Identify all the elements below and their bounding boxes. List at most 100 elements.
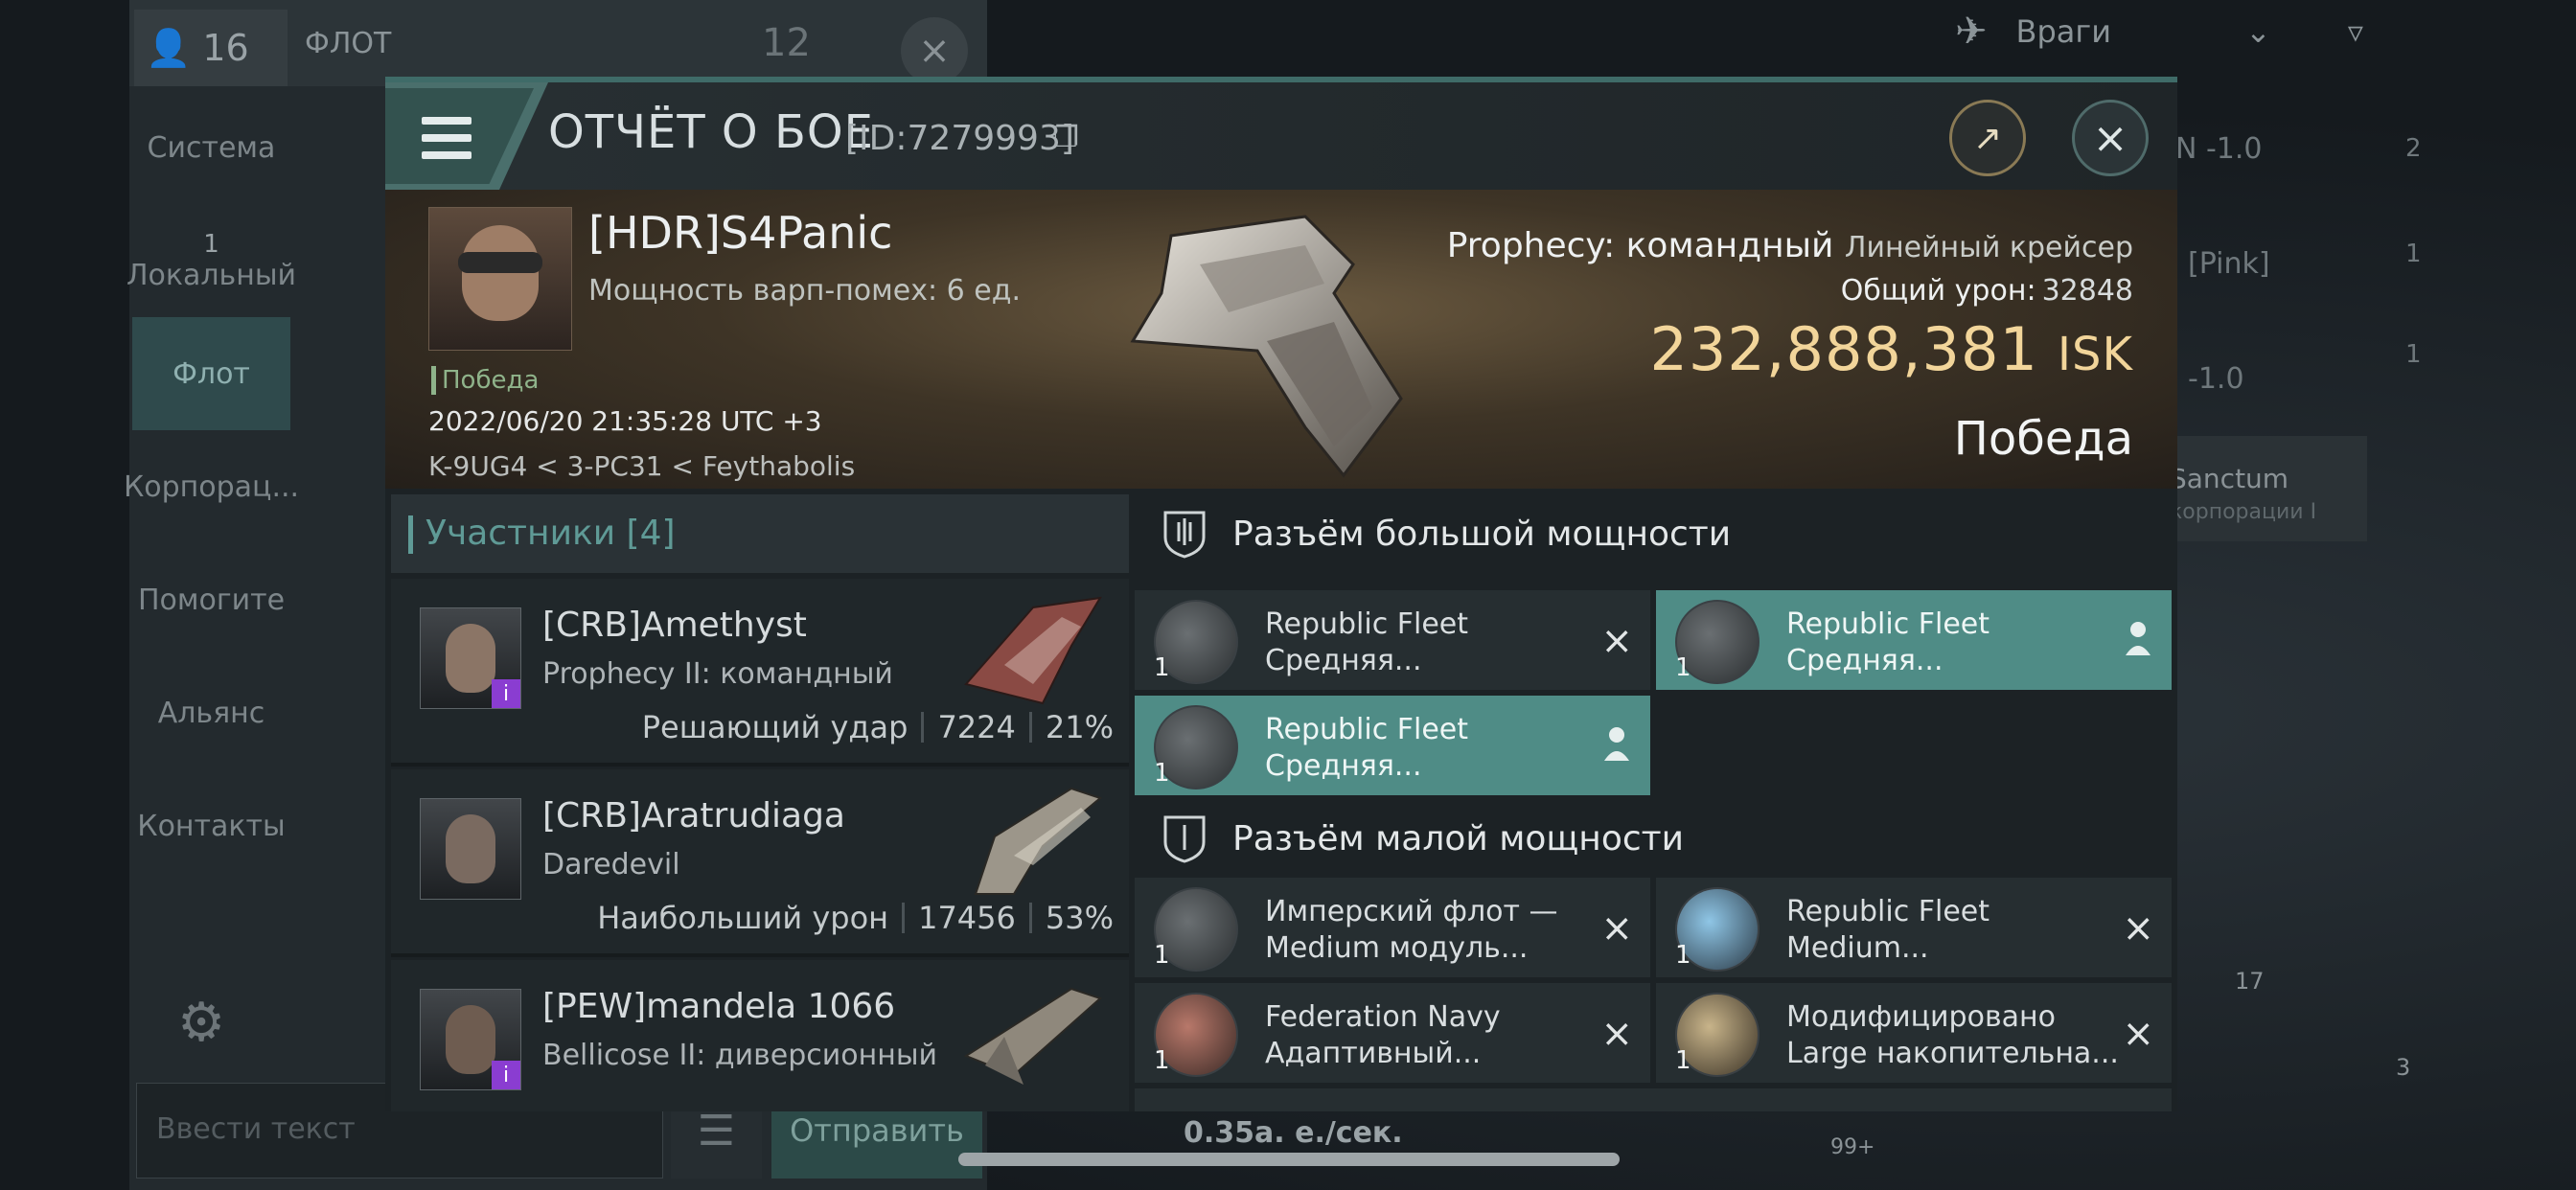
module-qty: 1: [1675, 1046, 1691, 1075]
module-name-line1: Republic Fleet: [1265, 713, 1469, 746]
nav-contacts[interactable]: Контакты: [132, 769, 290, 882]
module-name-line1: Republic Fleet: [1786, 895, 1990, 928]
total-damage-label: Общий урон:: [1840, 274, 2036, 308]
nav-local-label: Локальный: [126, 258, 297, 292]
close-button[interactable]: ×: [2072, 100, 2149, 176]
overview-count-2: 2: [2405, 134, 2422, 163]
high-slot-header: Разъём большой мощности: [1135, 494, 2172, 573]
participant-row[interactable]: i [PEW]mandela 1066 Bellicose II: диверс…: [391, 960, 1129, 1111]
participants-label: Участники [4]: [426, 514, 676, 553]
isk-currency: ISK: [2057, 328, 2133, 381]
participant-ship-image: [963, 987, 1102, 1085]
module-qty: 1: [1675, 653, 1691, 682]
high-slot-label: Разъём большой мощности: [1232, 514, 1732, 554]
chat-close-icon[interactable]: ×: [901, 17, 968, 84]
module-slot[interactable]: 1 Имперский флот — Medium модуль... ×: [1135, 878, 1650, 977]
module-name-line2: Medium...: [1786, 931, 1929, 965]
participant-ship: Bellicose II: диверсионный: [542, 1039, 938, 1072]
participant-name: [PEW]mandela 1066: [542, 987, 896, 1026]
overview-count-1b: 1: [2405, 340, 2422, 369]
battle-report-modal: ОТЧЁТ О БОЕ [ID:7279993] ❐ ↗ × [HDR]S4Pa…: [385, 77, 2177, 1111]
victim-ship-class: Линейный крейсер: [1844, 231, 2133, 264]
share-button[interactable]: ↗: [1949, 100, 2026, 176]
participant-name: [CRB]Amethyst: [542, 606, 807, 645]
total-damage: Общий урон: 32848: [1841, 274, 2133, 308]
high-slot-icon: [1163, 511, 1206, 559]
module-slot[interactable]: 1 Republic Fleet Medium... ×: [1656, 878, 2172, 977]
sanctum-card[interactable]: Sanctum корпорации I: [2156, 436, 2367, 541]
participant-row[interactable]: [CRB]Aratrudiaga Daredevil Наибольший ур…: [391, 769, 1129, 957]
overview-count-1a: 1: [2405, 240, 2422, 268]
participant-ship-image: [964, 596, 1102, 705]
info-badge-icon: i: [492, 1061, 520, 1089]
participant-row[interactable]: i [CRB]Amethyst Prophecy II: командный Р…: [391, 579, 1129, 767]
gear-icon[interactable]: ⚙: [177, 992, 225, 1054]
destroyed-x-icon: ×: [1600, 1012, 1633, 1056]
participant-stats: Наибольший урон 17456 53%: [597, 900, 1114, 936]
participant-role: Наибольший урон: [597, 900, 889, 936]
module-qty: 1: [1154, 759, 1170, 788]
victim-ship-name: Prophecy: командный: [1446, 226, 1834, 265]
nav-fleet[interactable]: Флот: [132, 317, 290, 430]
nav-alliance[interactable]: Альянс: [132, 656, 290, 769]
filter-icon[interactable]: ▿: [2348, 13, 2363, 50]
module-slot[interactable]: 1 Federation Navy Адаптивный... ×: [1135, 983, 1650, 1083]
participant-percent: 21%: [1045, 709, 1114, 745]
module-name-line2: Large накопительна...: [1786, 1037, 2119, 1070]
victim-ship-image: [1130, 215, 1403, 478]
module-name-line2: Адаптивный...: [1265, 1037, 1482, 1070]
local-count: 1: [203, 229, 219, 259]
report-id: [ID:7279993]: [845, 119, 1074, 158]
result-label: Победа: [1953, 412, 2133, 466]
module-slot[interactable]: 1 Republic Fleet Средняя... ×: [1135, 590, 1650, 690]
participant-damage: 17456: [918, 900, 1016, 936]
victim-name[interactable]: [HDR]S4Panic: [588, 207, 892, 259]
overview-security-2: -1.0: [2188, 362, 2244, 396]
module-slot[interactable]: 1 Republic Fleet Средняя...: [1135, 696, 1650, 795]
module-slot[interactable]: 1 Модифицировано Large накопительна... ×: [1656, 983, 2172, 1083]
close-icon: ×: [2092, 113, 2128, 163]
participant-name: [CRB]Aratrudiaga: [542, 796, 845, 835]
destroyed-x-icon: ×: [1600, 906, 1633, 950]
participant-stats: Решающий удар 7224 21%: [642, 709, 1114, 745]
isk-value: 232,888,381: [1649, 314, 2038, 384]
nav-system[interactable]: Система: [132, 91, 290, 204]
module-name-line1: Republic Fleet: [1786, 607, 1990, 641]
module-slot[interactable]: 1 Republic Fleet Средняя...: [1656, 590, 2172, 690]
report-title: ОТЧЁТ О БОЕ: [548, 105, 874, 159]
person-icon: 👤: [146, 26, 192, 69]
destroyed-x-icon: ×: [2122, 906, 2154, 950]
avatar: [420, 798, 521, 900]
participant-role: Решающий удар: [641, 709, 908, 745]
enemy-filter[interactable]: ✈ Враги ⌄ ▿: [1955, 10, 2363, 54]
nav-corp[interactable]: Корпорац...: [124, 430, 299, 543]
module-name-line2: Средняя...: [1265, 749, 1422, 783]
module-count-17: 17: [2235, 968, 2265, 995]
overview-pink-tag: [Pink]: [2188, 247, 2270, 281]
victory-tag: Победа: [431, 366, 539, 395]
home-indicator[interactable]: [958, 1153, 1620, 1166]
member-count-box[interactable]: 👤 16: [134, 10, 288, 86]
chat-title: ФЛОТ: [305, 27, 392, 60]
low-slot-icon: [1163, 815, 1206, 863]
victim-portrait[interactable]: [428, 207, 572, 351]
module-count-3: 3: [2396, 1054, 2411, 1081]
sanctum-subtitle: корпорации I: [2170, 500, 2317, 524]
module-name-line1: Имперский флот —: [1265, 895, 1558, 928]
low-slot-label: Разъём малой мощности: [1232, 818, 1685, 858]
menu-icon: [422, 117, 472, 159]
copy-icon[interactable]: ❐: [1053, 121, 1079, 154]
chat-nav: Система 1 Локальный Флот Корпорац... Пом…: [124, 91, 299, 882]
chevron-down-icon: ⌄: [2245, 13, 2271, 50]
enemy-filter-label: Враги: [2015, 13, 2111, 50]
module-name-line1: Republic Fleet: [1265, 607, 1469, 641]
nav-help[interactable]: Помогите: [132, 543, 290, 656]
module-qty: 1: [1154, 1046, 1170, 1075]
module-qty: 1: [1675, 941, 1691, 970]
module-name-line2: Medium модуль...: [1265, 931, 1529, 965]
module-qty: 1: [1154, 653, 1170, 682]
avatar: i: [420, 607, 521, 709]
isk-loss: 232,888,381 ISK: [1649, 314, 2133, 384]
participant-ship-image: [974, 787, 1103, 895]
nav-local[interactable]: 1 Локальный: [126, 204, 296, 317]
